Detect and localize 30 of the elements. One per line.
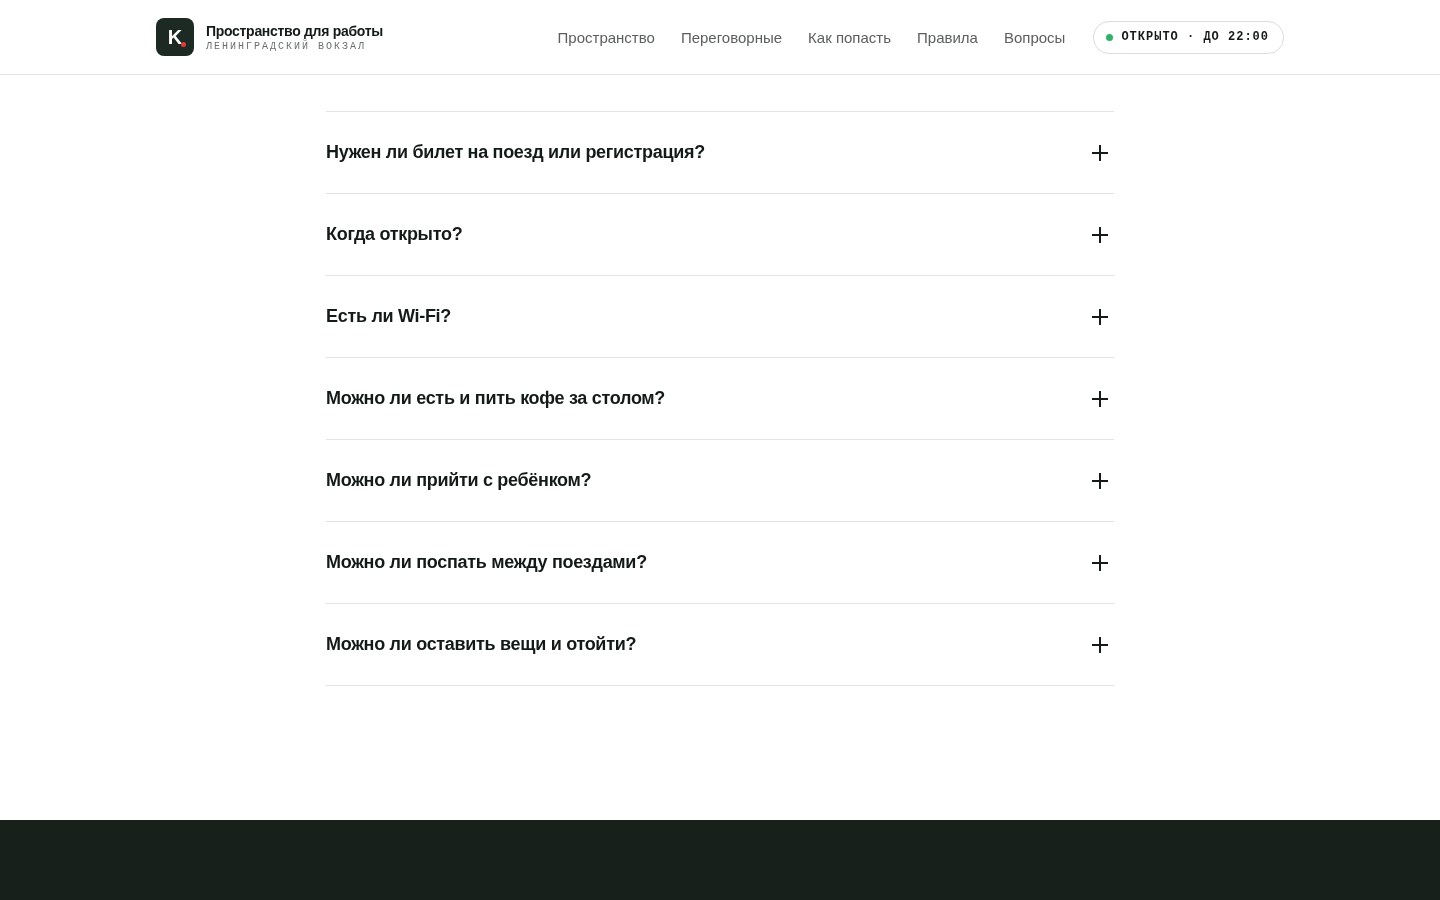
faq-item[interactable]: Можно ли оставить вещи и отойти? [326, 604, 1114, 686]
faq-question: Можно ли оставить вещи и отойти? [326, 634, 637, 655]
faq-question: Можно ли есть и пить кофе за столом? [326, 388, 666, 409]
nav-link[interactable]: Вопросы [1003, 28, 1066, 46]
faq-item[interactable]: Когда открыто? [326, 194, 1114, 276]
plus-icon [1091, 553, 1109, 572]
nav-link[interactable]: Правила [917, 28, 978, 46]
site-title: Пространство для работы [206, 22, 383, 39]
faq-question: Когда открыто? [326, 224, 463, 245]
site-subtitle: ЛЕНИНГРАДСКИЙ ВОКЗАЛ [206, 40, 368, 52]
faq-question: Можно ли прийти с ребёнком? [326, 470, 592, 491]
faq-item[interactable]: Нужен ли билет на поезд или регистрация? [326, 112, 1114, 194]
plus-icon [1091, 389, 1109, 408]
logo[interactable]: K [156, 18, 194, 56]
plus-icon [1091, 471, 1109, 490]
plus-icon [1091, 143, 1109, 162]
faq-question: Есть ли Wi-Fi? [326, 306, 452, 327]
faq-item[interactable]: Есть ли Wi-Fi? [326, 276, 1114, 358]
plus-icon [1091, 635, 1109, 654]
plus-icon [1091, 307, 1109, 326]
faq-item[interactable]: Можно ли есть и пить кофе за столом? [326, 358, 1114, 440]
nav-link[interactable]: Переговорные [680, 28, 783, 46]
faq-question: Нужен ли билет на поезд или регистрация? [326, 142, 705, 163]
nav-link[interactable]: Как попасть [808, 28, 891, 46]
status-text: ОТКРЫТО · ДО 22:00 [1121, 30, 1269, 44]
faq-item[interactable]: Можно ли поспать между поездами? [326, 522, 1114, 604]
faq-question: Можно ли поспать между поездами? [326, 552, 647, 573]
nav-link[interactable]: Пространство [557, 28, 655, 46]
faq-item[interactable]: Можно ли прийти с ребёнком? [326, 440, 1114, 522]
plus-icon [1091, 225, 1109, 244]
